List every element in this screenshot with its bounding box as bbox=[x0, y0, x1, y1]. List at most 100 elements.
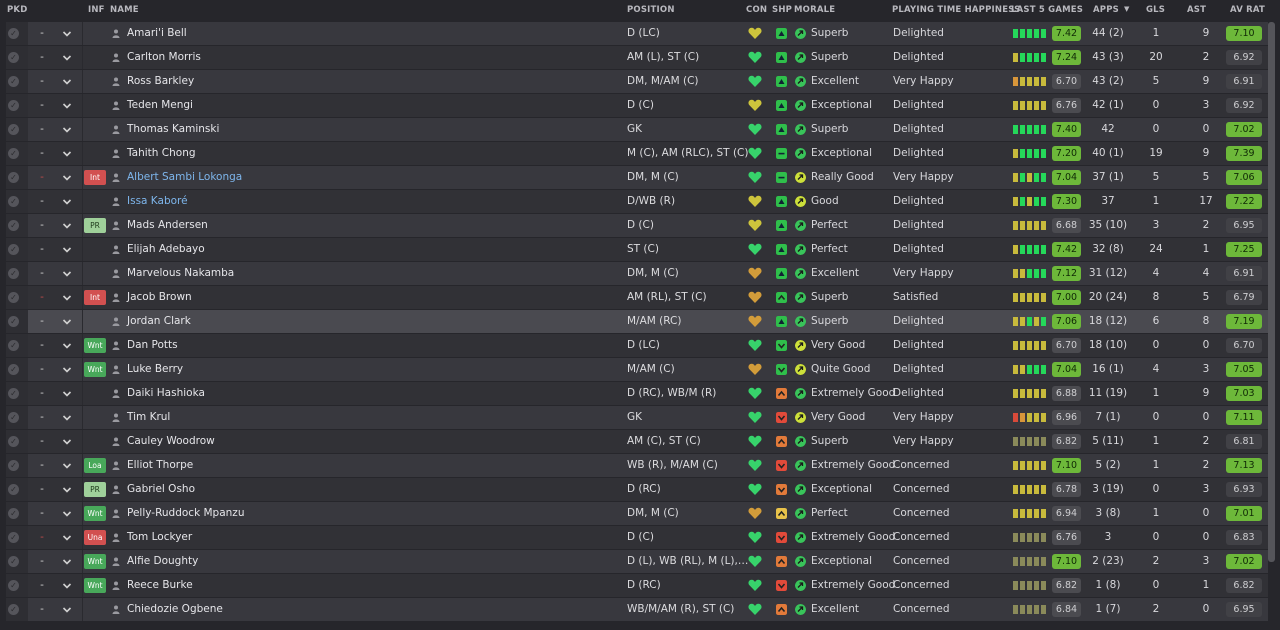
header-gls[interactable]: GLS bbox=[1146, 5, 1165, 15]
header-playing-time-happiness[interactable]: PLAYING TIME HAPPINESS bbox=[892, 5, 1020, 15]
table-row[interactable]: ✓ - PR Gabriel Osho D (RC) Exceptional Concern… bbox=[6, 478, 1268, 501]
player-name[interactable]: Pelly-Ruddock Mpanzu bbox=[127, 502, 244, 525]
chevron-down-icon[interactable] bbox=[62, 438, 72, 446]
table-row[interactable]: ✓ - Tahith Chong M (C), AM (RLC), ST (C) Exc… bbox=[6, 142, 1268, 165]
picked-toggle-icon[interactable]: ✓ bbox=[8, 196, 19, 207]
player-name[interactable]: Carlton Morris bbox=[127, 46, 201, 69]
chevron-down-icon[interactable] bbox=[62, 318, 72, 326]
player-name[interactable]: Ross Barkley bbox=[127, 70, 194, 93]
player-name[interactable]: Tahith Chong bbox=[127, 142, 196, 165]
chevron-down-icon[interactable] bbox=[62, 342, 72, 350]
picked-toggle-icon[interactable]: ✓ bbox=[8, 556, 19, 567]
table-row[interactable]: ✓ - Marvelous Nakamba DM, M (C) Excellent Ver… bbox=[6, 262, 1268, 285]
picked-toggle-icon[interactable]: ✓ bbox=[8, 148, 19, 159]
player-name[interactable]: Reece Burke bbox=[127, 574, 193, 597]
selection-dash[interactable]: - bbox=[38, 142, 46, 165]
selection-dash[interactable]: - bbox=[38, 166, 46, 189]
player-name[interactable]: Marvelous Nakamba bbox=[127, 262, 234, 285]
player-name[interactable]: Luke Berry bbox=[127, 358, 183, 381]
picked-toggle-icon[interactable]: ✓ bbox=[8, 340, 19, 351]
chevron-down-icon[interactable] bbox=[62, 390, 72, 398]
table-row[interactable]: ✓ - Carlton Morris AM (L), ST (C) Superb Deli… bbox=[6, 46, 1268, 69]
chevron-down-icon[interactable] bbox=[62, 606, 72, 614]
header-last-5-games[interactable]: LAST 5 GAMES bbox=[1011, 5, 1083, 15]
table-row[interactable]: ✓ - Jordan Clark M/AM (RC) Superb Delighted 7.… bbox=[6, 310, 1268, 333]
table-row[interactable]: ✓ - Elijah Adebayo ST (C) Perfect Delighted 7.… bbox=[6, 238, 1268, 261]
picked-toggle-icon[interactable]: ✓ bbox=[8, 220, 19, 231]
table-row[interactable]: ✓ - Int Albert Sambi Lokonga DM, M (C) Really… bbox=[6, 166, 1268, 189]
header-con[interactable]: CON bbox=[746, 5, 767, 15]
selection-dash[interactable]: - bbox=[38, 550, 46, 573]
table-row[interactable]: ✓ - Teden Mengi D (C) Exceptional Delighted 6.… bbox=[6, 94, 1268, 117]
selection-dash[interactable]: - bbox=[38, 574, 46, 597]
chevron-down-icon[interactable] bbox=[62, 462, 72, 470]
picked-toggle-icon[interactable]: ✓ bbox=[8, 316, 19, 327]
player-name[interactable]: Elliot Thorpe bbox=[127, 454, 193, 477]
picked-toggle-icon[interactable]: ✓ bbox=[8, 100, 19, 111]
chevron-down-icon[interactable] bbox=[62, 222, 72, 230]
player-name[interactable]: Alfie Doughty bbox=[127, 550, 198, 573]
chevron-down-icon[interactable] bbox=[62, 150, 72, 158]
table-row[interactable]: ✓ - Issa Kaboré D/WB (R) Good Delighted 7.30 37… bbox=[6, 190, 1268, 213]
picked-toggle-icon[interactable]: ✓ bbox=[8, 28, 19, 39]
selection-dash[interactable]: - bbox=[38, 454, 46, 477]
player-name[interactable]: Jacob Brown bbox=[127, 286, 192, 309]
selection-dash[interactable]: - bbox=[38, 358, 46, 381]
chevron-down-icon[interactable] bbox=[62, 486, 72, 494]
player-name[interactable]: Chiedozie Ogbene bbox=[127, 598, 223, 621]
player-name[interactable]: Amari'i Bell bbox=[127, 22, 187, 45]
selection-dash[interactable]: - bbox=[38, 334, 46, 357]
chevron-down-icon[interactable] bbox=[62, 414, 72, 422]
selection-dash[interactable]: - bbox=[38, 22, 46, 45]
selection-dash[interactable]: - bbox=[38, 46, 46, 69]
selection-dash[interactable]: - bbox=[38, 478, 46, 501]
header-apps[interactable]: APPS bbox=[1093, 5, 1119, 15]
selection-dash[interactable]: - bbox=[38, 262, 46, 285]
header-pkd[interactable]: PKD bbox=[7, 5, 27, 15]
player-name[interactable]: Tom Lockyer bbox=[127, 526, 192, 549]
table-row[interactable]: ✓ - PR Mads Andersen D (C) Perfect Delighted 6.… bbox=[6, 214, 1268, 237]
player-name[interactable]: Elijah Adebayo bbox=[127, 238, 205, 261]
player-name[interactable]: Cauley Woodrow bbox=[127, 430, 215, 453]
player-name[interactable]: Gabriel Osho bbox=[127, 478, 195, 501]
picked-toggle-icon[interactable]: ✓ bbox=[8, 412, 19, 423]
player-name[interactable]: Tim Krul bbox=[127, 406, 170, 429]
selection-dash[interactable]: - bbox=[38, 598, 46, 621]
selection-dash[interactable]: - bbox=[38, 382, 46, 405]
header-av-rat[interactable]: AV RAT bbox=[1230, 5, 1265, 15]
selection-dash[interactable]: - bbox=[38, 94, 46, 117]
picked-toggle-icon[interactable]: ✓ bbox=[8, 52, 19, 63]
player-name[interactable]: Thomas Kaminski bbox=[127, 118, 219, 141]
player-name[interactable]: Albert Sambi Lokonga bbox=[127, 166, 242, 189]
player-name[interactable]: Issa Kaboré bbox=[127, 190, 188, 213]
chevron-down-icon[interactable] bbox=[62, 198, 72, 206]
header-position[interactable]: POSITION bbox=[627, 5, 675, 15]
selection-dash[interactable]: - bbox=[38, 238, 46, 261]
selection-dash[interactable]: - bbox=[38, 502, 46, 525]
chevron-down-icon[interactable] bbox=[62, 246, 72, 254]
chevron-down-icon[interactable] bbox=[62, 558, 72, 566]
picked-toggle-icon[interactable]: ✓ bbox=[8, 508, 19, 519]
selection-dash[interactable]: - bbox=[38, 430, 46, 453]
chevron-down-icon[interactable] bbox=[62, 78, 72, 86]
table-row[interactable]: ✓ - Wnt Luke Berry M/AM (C) Quite Good Delight… bbox=[6, 358, 1268, 381]
chevron-down-icon[interactable] bbox=[62, 510, 72, 518]
chevron-down-icon[interactable] bbox=[62, 366, 72, 374]
player-name[interactable]: Dan Potts bbox=[127, 334, 178, 357]
header-ast[interactable]: AST bbox=[1187, 5, 1206, 15]
table-row[interactable]: ✓ - Una Tom Lockyer D (C) Extremely Good Conce… bbox=[6, 526, 1268, 549]
player-name[interactable]: Teden Mengi bbox=[127, 94, 193, 117]
picked-toggle-icon[interactable]: ✓ bbox=[8, 604, 19, 615]
chevron-down-icon[interactable] bbox=[62, 102, 72, 110]
selection-dash[interactable]: - bbox=[38, 214, 46, 237]
table-row[interactable]: ✓ - Int Jacob Brown AM (RL), ST (C) Superb Sat… bbox=[6, 286, 1268, 309]
picked-toggle-icon[interactable]: ✓ bbox=[8, 364, 19, 375]
chevron-down-icon[interactable] bbox=[62, 30, 72, 38]
table-row[interactable]: ✓ - Cauley Woodrow AM (C), ST (C) Superb Very… bbox=[6, 430, 1268, 453]
picked-toggle-icon[interactable]: ✓ bbox=[8, 244, 19, 255]
picked-toggle-icon[interactable]: ✓ bbox=[8, 76, 19, 87]
picked-toggle-icon[interactable]: ✓ bbox=[8, 532, 19, 543]
table-row[interactable]: ✓ - Amari'i Bell D (LC) Superb Delighted 7.42 4… bbox=[6, 22, 1268, 45]
chevron-down-icon[interactable] bbox=[62, 270, 72, 278]
selection-dash[interactable]: - bbox=[38, 70, 46, 93]
